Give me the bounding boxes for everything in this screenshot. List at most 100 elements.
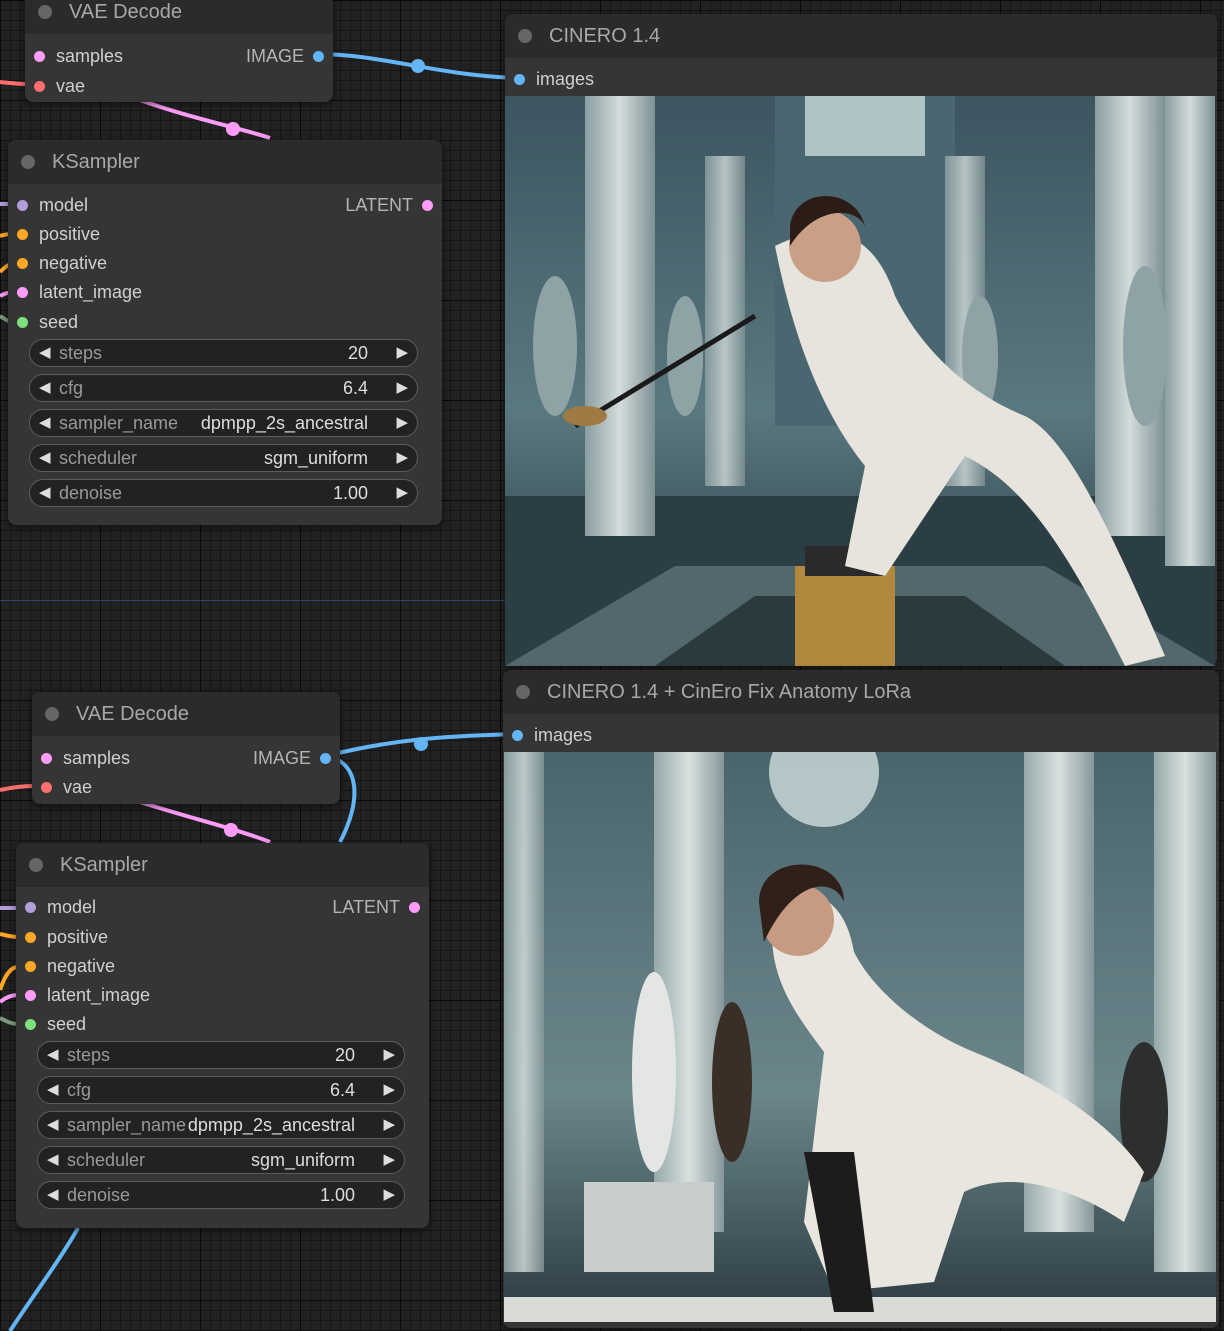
node-collapse-dot-icon[interactable]: [38, 5, 52, 19]
latent-slot-dot-icon[interactable]: [41, 753, 52, 764]
widget-value[interactable]: dpmpp_2s_ancestral: [201, 413, 368, 433]
node-collapse-dot-icon[interactable]: [516, 685, 530, 699]
input-slot-vae[interactable]: vae: [41, 776, 92, 798]
output-slot-latent[interactable]: LATENT: [345, 194, 433, 216]
widget-scheduler[interactable]: ◀ scheduler sgm_uniform ▶: [29, 444, 418, 472]
widget-denoise[interactable]: ◀ denoise 1.00 ▶: [29, 479, 418, 507]
right-arrow-icon[interactable]: ▶: [396, 414, 408, 432]
input-slot-positive[interactable]: positive: [17, 223, 100, 245]
left-arrow-icon[interactable]: ◀: [39, 484, 51, 502]
left-arrow-icon[interactable]: ◀: [39, 344, 51, 362]
image-slot-dot-icon[interactable]: [320, 753, 331, 764]
int-slot-dot-icon[interactable]: [25, 1019, 36, 1030]
right-arrow-icon[interactable]: ▶: [396, 379, 408, 397]
widget-sampler-name[interactable]: ◀ sampler_name dpmpp_2s_ancestral ▶: [37, 1111, 405, 1139]
conditioning-slot-dot-icon[interactable]: [17, 229, 28, 240]
widget-sampler-name[interactable]: ◀ sampler_name dpmpp_2s_ancestral ▶: [29, 409, 418, 437]
input-slot-model[interactable]: model: [17, 194, 88, 216]
vae-decode-node-top[interactable]: VAE Decode samples vae IMAGE: [25, 0, 333, 102]
widget-value[interactable]: dpmpp_2s_ancestral: [188, 1115, 355, 1135]
preview-image-node-top[interactable]: CINERO 1.4 images: [505, 14, 1217, 666]
left-arrow-icon[interactable]: ◀: [39, 449, 51, 467]
input-slot-model[interactable]: model: [25, 896, 96, 918]
output-slot-latent[interactable]: LATENT: [332, 896, 420, 918]
int-slot-dot-icon[interactable]: [17, 317, 28, 328]
node-collapse-dot-icon[interactable]: [518, 29, 532, 43]
image-slot-dot-icon[interactable]: [313, 51, 324, 62]
ksampler-node-top[interactable]: KSampler model positive negative latent_…: [8, 140, 442, 525]
right-arrow-icon[interactable]: ▶: [383, 1116, 395, 1134]
widget-steps[interactable]: ◀ steps 20 ▶: [29, 339, 418, 367]
latent-slot-dot-icon[interactable]: [422, 200, 433, 211]
node-title[interactable]: KSampler: [16, 843, 429, 887]
right-arrow-icon[interactable]: ▶: [383, 1081, 395, 1099]
widget-value[interactable]: 20: [348, 343, 368, 363]
widget-value[interactable]: sgm_uniform: [264, 448, 368, 468]
node-collapse-dot-icon[interactable]: [45, 707, 59, 721]
widget-value[interactable]: 20: [335, 1045, 355, 1065]
node-title[interactable]: CINERO 1.4: [505, 14, 1217, 58]
left-arrow-icon[interactable]: ◀: [39, 414, 51, 432]
vae-decode-node-bottom[interactable]: VAE Decode samples vae IMAGE: [32, 692, 340, 804]
input-slot-negative[interactable]: negative: [25, 955, 115, 977]
left-arrow-icon[interactable]: ◀: [47, 1116, 59, 1134]
output-slot-image[interactable]: IMAGE: [246, 45, 324, 67]
conditioning-slot-dot-icon[interactable]: [25, 961, 36, 972]
left-arrow-icon[interactable]: ◀: [39, 379, 51, 397]
input-slot-vae[interactable]: vae: [34, 75, 85, 97]
slot-label: latent_image: [39, 282, 143, 302]
widget-value[interactable]: 1.00: [333, 483, 368, 503]
right-arrow-icon[interactable]: ▶: [396, 344, 408, 362]
model-slot-dot-icon[interactable]: [25, 902, 36, 913]
widget-value[interactable]: sgm_uniform: [251, 1150, 355, 1170]
widget-cfg[interactable]: ◀ cfg 6.4 ▶: [29, 374, 418, 402]
left-arrow-icon[interactable]: ◀: [47, 1186, 59, 1204]
right-arrow-icon[interactable]: ▶: [383, 1046, 395, 1064]
input-slot-seed[interactable]: seed: [25, 1013, 86, 1035]
image-slot-dot-icon[interactable]: [514, 74, 525, 85]
preview-image-node-bottom[interactable]: CINERO 1.4 + CinEro Fix Anatomy LoRa ima…: [503, 670, 1219, 1328]
input-slot-latent-image[interactable]: latent_image: [25, 984, 150, 1006]
slot-label: LATENT: [345, 195, 413, 215]
widget-cfg[interactable]: ◀ cfg 6.4 ▶: [37, 1076, 405, 1104]
widget-denoise[interactable]: ◀ denoise 1.00 ▶: [37, 1181, 405, 1209]
ksampler-node-bottom[interactable]: KSampler model positive negative latent_…: [16, 843, 429, 1228]
image-slot-dot-icon[interactable]: [512, 730, 523, 741]
widget-steps[interactable]: ◀ steps 20 ▶: [37, 1041, 405, 1069]
latent-slot-dot-icon[interactable]: [25, 990, 36, 1001]
latent-slot-dot-icon[interactable]: [34, 51, 45, 62]
input-slot-negative[interactable]: negative: [17, 252, 107, 274]
input-slot-latent-image[interactable]: latent_image: [17, 281, 142, 303]
conditioning-slot-dot-icon[interactable]: [17, 258, 28, 269]
widget-value[interactable]: 6.4: [343, 378, 368, 398]
left-arrow-icon[interactable]: ◀: [47, 1081, 59, 1099]
input-slot-samples[interactable]: samples: [41, 747, 130, 769]
left-arrow-icon[interactable]: ◀: [47, 1151, 59, 1169]
node-collapse-dot-icon[interactable]: [21, 155, 35, 169]
conditioning-slot-dot-icon[interactable]: [25, 932, 36, 943]
node-title[interactable]: CINERO 1.4 + CinEro Fix Anatomy LoRa: [503, 670, 1219, 714]
node-title[interactable]: VAE Decode: [32, 692, 340, 736]
right-arrow-icon[interactable]: ▶: [383, 1186, 395, 1204]
right-arrow-icon[interactable]: ▶: [396, 484, 408, 502]
input-slot-images[interactable]: images: [512, 724, 592, 746]
input-slot-images[interactable]: images: [514, 68, 594, 90]
node-collapse-dot-icon[interactable]: [29, 858, 43, 872]
latent-slot-dot-icon[interactable]: [409, 902, 420, 913]
model-slot-dot-icon[interactable]: [17, 200, 28, 211]
widget-value[interactable]: 1.00: [320, 1185, 355, 1205]
latent-slot-dot-icon[interactable]: [17, 287, 28, 298]
right-arrow-icon[interactable]: ▶: [383, 1151, 395, 1169]
widget-scheduler[interactable]: ◀ scheduler sgm_uniform ▶: [37, 1146, 405, 1174]
widget-value[interactable]: 6.4: [330, 1080, 355, 1100]
node-title[interactable]: KSampler: [8, 140, 442, 184]
left-arrow-icon[interactable]: ◀: [47, 1046, 59, 1064]
right-arrow-icon[interactable]: ▶: [396, 449, 408, 467]
vae-slot-dot-icon[interactable]: [34, 81, 45, 92]
node-title[interactable]: VAE Decode: [25, 0, 333, 34]
vae-slot-dot-icon[interactable]: [41, 782, 52, 793]
input-slot-seed[interactable]: seed: [17, 311, 78, 333]
output-slot-image[interactable]: IMAGE: [253, 747, 331, 769]
input-slot-samples[interactable]: samples: [34, 45, 123, 67]
input-slot-positive[interactable]: positive: [25, 926, 108, 948]
